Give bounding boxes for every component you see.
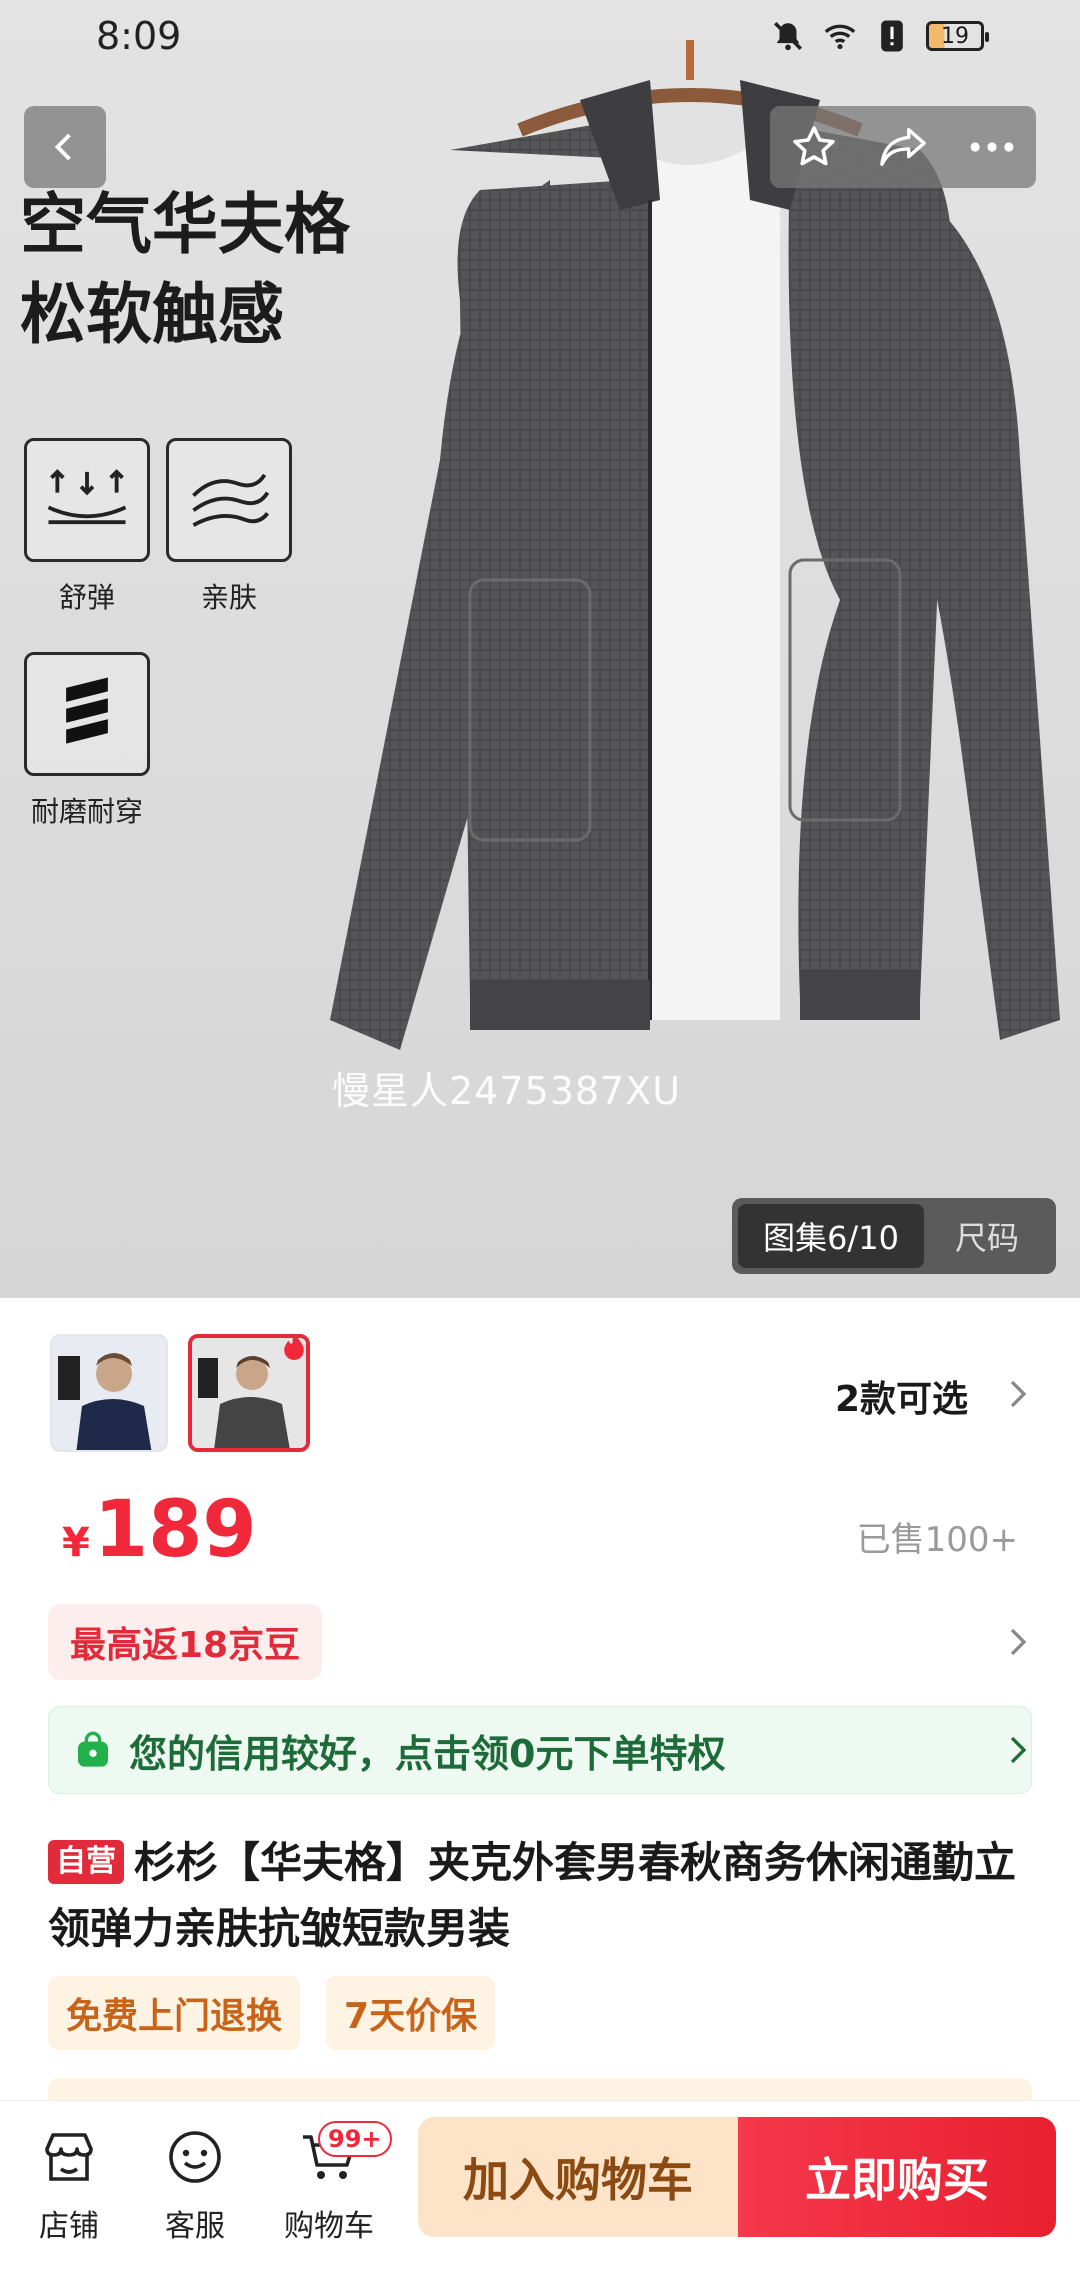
- self-operated-badge: 自营: [48, 1840, 124, 1884]
- service-tags: 免费上门退换 7天价保: [48, 1976, 496, 2050]
- feature-soft: 亲肤: [166, 438, 292, 616]
- add-to-cart-button[interactable]: 加入购物车: [418, 2117, 738, 2237]
- variant-thumb-navy[interactable]: [50, 1334, 168, 1452]
- variant-thumbnails: [50, 1334, 310, 1452]
- status-time: 8:09: [96, 14, 182, 58]
- more-options-icon[interactable]: [962, 117, 1022, 177]
- feature-label: 舒弹: [58, 581, 115, 614]
- customer-service-tab[interactable]: 客服: [140, 2121, 250, 2245]
- price-currency: ¥: [62, 1520, 90, 1566]
- variant-thumb-gray-selected[interactable]: [188, 1334, 310, 1452]
- feature-stretch: 舒弹: [24, 438, 150, 616]
- price: ¥ 189: [62, 1488, 257, 1572]
- product-image[interactable]: [320, 40, 1060, 1070]
- durable-stripes-icon: [24, 652, 150, 776]
- soft-wave-icon: [166, 438, 292, 562]
- stretch-arrows-icon: [24, 438, 150, 562]
- tab-size[interactable]: 尺码: [924, 1213, 1050, 1259]
- favorite-star-icon[interactable]: [784, 117, 844, 177]
- product-title-text: 杉杉【华夫格】夹克外套男春秋商务休闲通勤立领弹力亲肤抗皱短款男装: [48, 1838, 1017, 1953]
- feature-label: 耐磨耐穿: [30, 795, 143, 828]
- store-icon: [33, 2121, 105, 2193]
- buy-now-button[interactable]: 立即购买: [738, 2117, 1056, 2237]
- chevron-right-icon[interactable]: [1006, 1374, 1030, 1414]
- hot-flame-icon: [284, 1338, 304, 1360]
- cart-count-badge: 99+: [318, 2121, 392, 2157]
- customer-service-label: 客服: [165, 2209, 225, 2244]
- chevron-right-icon[interactable]: [1006, 1622, 1030, 1662]
- promo-headline: 空气华夫格 松软触感: [20, 180, 350, 360]
- credit-text: 您的信用较好，点击领0元下单特权: [129, 1731, 726, 1776]
- bottom-action-bar: 店铺 客服 购物车 99+ 加入购物车 立即购买: [0, 2100, 1080, 2280]
- shopping-bag-icon: [78, 1731, 108, 1767]
- rebate-badge[interactable]: 最高返18京豆: [48, 1604, 323, 1680]
- service-tag-free-return[interactable]: 免费上门退换: [48, 1976, 301, 2050]
- chevron-right-icon[interactable]: [1006, 1730, 1030, 1770]
- chevron-left-icon: [54, 133, 71, 161]
- product-title: 自营 杉杉【华夫格】夹克外套男春秋商务休闲通勤立领弹力亲肤抗皱短款男装: [48, 1830, 1038, 1962]
- gallery-size-switch: 图集6/10 尺码: [732, 1198, 1056, 1274]
- price-amount: 189: [93, 1485, 257, 1575]
- promo-line-1: 空气华夫格: [20, 186, 350, 263]
- share-icon[interactable]: [873, 117, 933, 177]
- promo-line-2: 松软触感: [20, 276, 284, 353]
- credit-banner[interactable]: 您的信用较好，点击领0元下单特权: [48, 1706, 1032, 1794]
- cart-label: 购物车: [284, 2209, 374, 2244]
- variant-count[interactable]: 2款可选: [835, 1370, 968, 1422]
- variant-image: [52, 1336, 166, 1450]
- top-action-group: [770, 106, 1036, 188]
- tab-gallery[interactable]: 图集6/10: [738, 1204, 924, 1268]
- store-tab[interactable]: 店铺: [14, 2121, 124, 2245]
- feature-label: 亲肤: [200, 581, 257, 614]
- product-gallery[interactable]: 8:09 19 空气华夫格 松软触感 舒弹 亲肤 耐磨耐穿 慢星人2475387…: [0, 0, 1080, 1298]
- service-tag-price-protect[interactable]: 7天价保: [326, 1976, 496, 2050]
- feature-durable: 耐磨耐穿: [24, 652, 150, 830]
- store-label: 店铺: [39, 2209, 99, 2244]
- sold-count: 已售100+: [856, 1520, 1018, 1560]
- back-button[interactable]: [24, 106, 106, 188]
- customer-service-icon: [159, 2121, 231, 2193]
- watermark-text: 慢星人2475387XU: [332, 1069, 682, 1113]
